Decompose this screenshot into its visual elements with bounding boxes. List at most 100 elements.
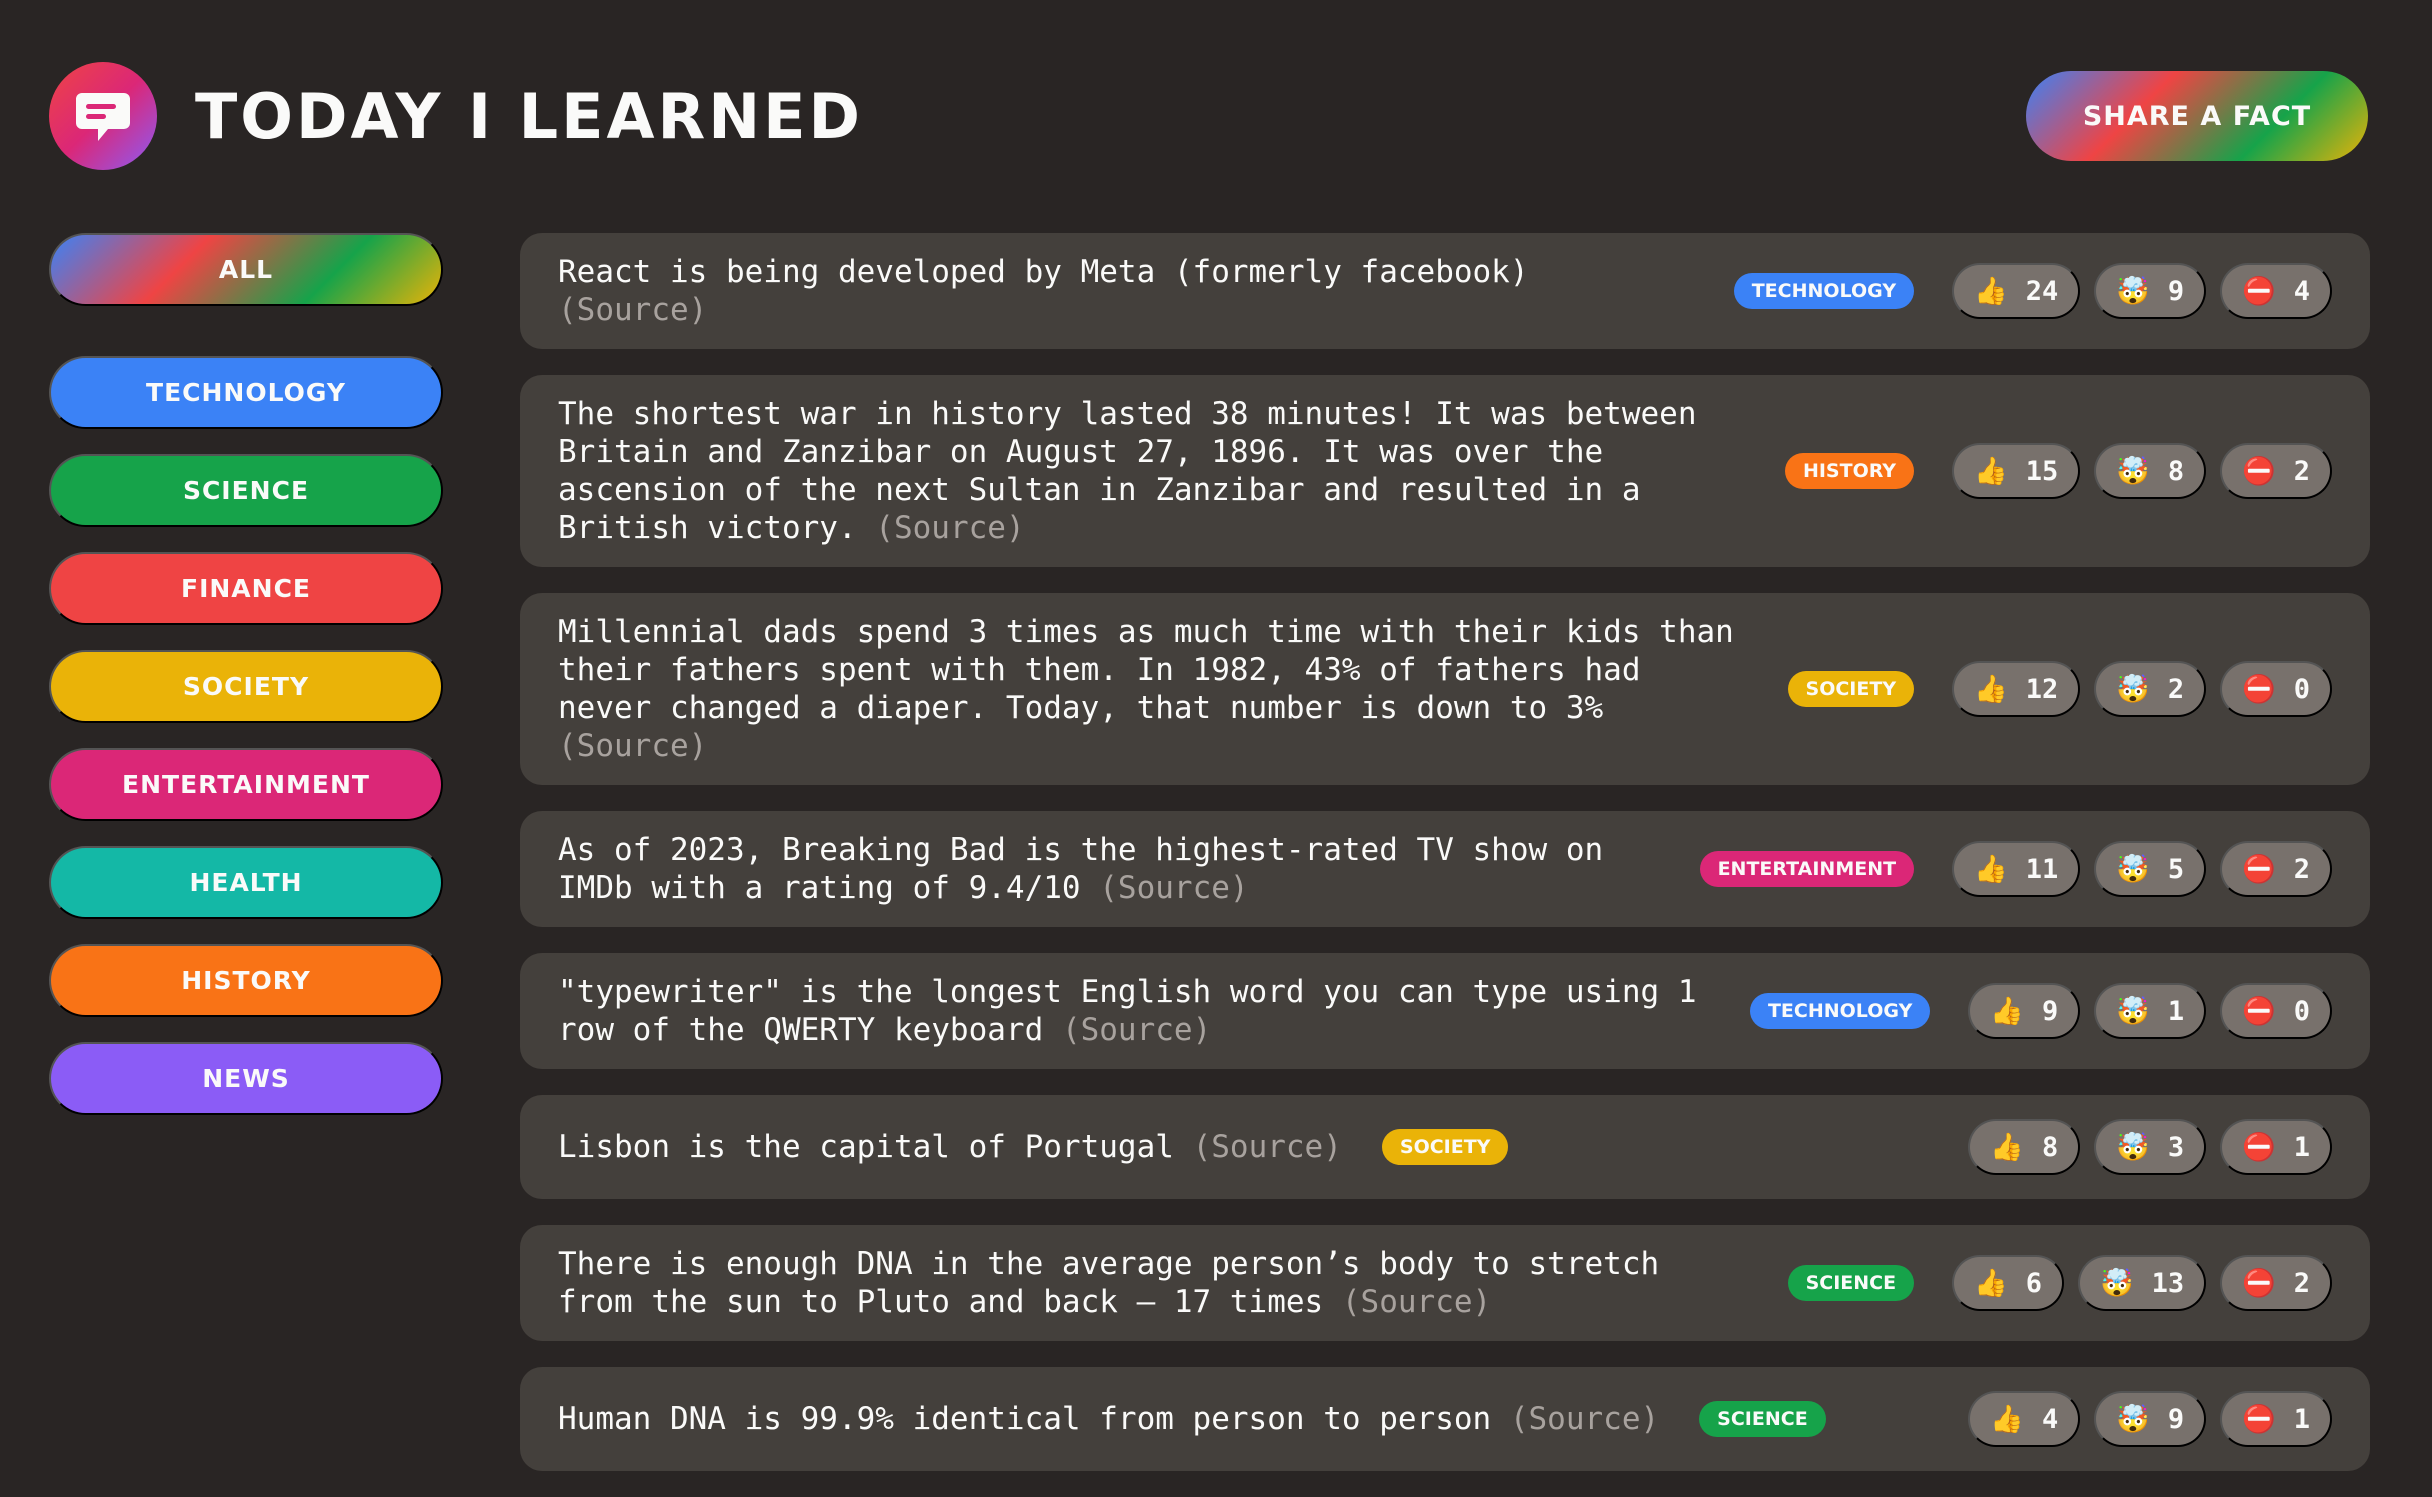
like-button[interactable]: 👍 8: [1968, 1119, 2081, 1175]
mind-blown-icon: 🤯: [2116, 674, 2150, 705]
thumbs-up-icon: 👍: [1974, 1268, 2008, 1299]
mind-blown-icon: 🤯: [2116, 1132, 2150, 1163]
brand: Today I Learned: [49, 62, 863, 170]
false-button[interactable]: ⛔ 4: [2220, 263, 2332, 319]
like-count: 12: [2025, 673, 2059, 705]
vote-buttons: 👍 9 🤯 1 ⛔ 0: [1968, 983, 2332, 1039]
no-entry-icon: ⛔: [2242, 996, 2276, 1027]
fact-text: As of 2023, Breaking Bad is the highest-…: [558, 831, 1660, 907]
like-button[interactable]: 👍 4: [1968, 1391, 2081, 1447]
app-header: Today I Learned Share a fact: [49, 62, 2368, 170]
vote-buttons: 👍 24 🤯 9 ⛔ 4: [1952, 263, 2332, 319]
no-entry-icon: ⛔: [2242, 276, 2276, 307]
fact-item: Human DNA is 99.9% identical from person…: [520, 1367, 2370, 1471]
mindblown-count: 5: [2167, 853, 2185, 885]
mindblown-button[interactable]: 🤯 8: [2094, 443, 2207, 499]
mindblown-button[interactable]: 🤯 9: [2094, 1391, 2207, 1447]
false-count: 2: [2293, 1267, 2310, 1299]
fact-item: React is being developed by Meta (former…: [520, 233, 2370, 349]
category-society-button[interactable]: Society: [49, 650, 443, 723]
speech-bubble-icon: [76, 93, 130, 141]
mindblown-button[interactable]: 🤯 9: [2094, 263, 2207, 319]
source-link[interactable]: (Source): [1510, 1401, 1659, 1437]
mindblown-count: 1: [2167, 995, 2185, 1027]
like-button[interactable]: 👍 6: [1952, 1255, 2064, 1311]
fact-text: Millennial dads spend 3 times as much ti…: [558, 613, 1738, 765]
false-button[interactable]: ⛔ 0: [2220, 983, 2332, 1039]
false-button[interactable]: ⛔ 1: [2220, 1391, 2332, 1447]
source-link[interactable]: (Source): [1342, 1284, 1491, 1320]
category-tag: Society: [1787, 671, 1915, 707]
like-button[interactable]: 👍 9: [1968, 983, 2081, 1039]
share-fact-button[interactable]: Share a fact: [2026, 71, 2368, 161]
thumbs-up-icon: 👍: [1990, 1404, 2024, 1435]
false-button[interactable]: ⛔ 2: [2220, 841, 2332, 897]
false-button[interactable]: ⛔ 2: [2220, 443, 2332, 499]
category-tag: Technology: [1733, 273, 1915, 309]
false-count: 0: [2293, 673, 2310, 705]
source-link[interactable]: (Source): [558, 728, 707, 764]
no-entry-icon: ⛔: [2242, 674, 2276, 705]
category-history-button[interactable]: History: [49, 944, 443, 1017]
mindblown-button[interactable]: 🤯 3: [2094, 1119, 2207, 1175]
like-button[interactable]: 👍 12: [1952, 661, 2081, 717]
category-entertainment-button[interactable]: Entertainment: [49, 748, 443, 821]
source-link[interactable]: (Source): [1099, 870, 1248, 906]
mindblown-button[interactable]: 🤯 13: [2077, 1255, 2207, 1311]
fact-body: The shortest war in history lasted 38 mi…: [558, 396, 1697, 546]
source-link[interactable]: (Source): [558, 292, 707, 328]
source-link[interactable]: (Source): [875, 510, 1024, 546]
category-tag: History: [1784, 453, 1915, 489]
logo: [49, 62, 157, 170]
false-button[interactable]: ⛔ 2: [2220, 1255, 2332, 1311]
like-count: 8: [2041, 1131, 2059, 1163]
like-count: 15: [2025, 455, 2059, 487]
category-news-button[interactable]: News: [49, 1042, 443, 1115]
vote-buttons: 👍 15 🤯 8 ⛔ 2: [1952, 443, 2332, 499]
like-button[interactable]: 👍 15: [1952, 443, 2081, 499]
mindblown-button[interactable]: 🤯 5: [2094, 841, 2207, 897]
vote-buttons: 👍 8 🤯 3 ⛔ 1: [1968, 1119, 2332, 1175]
category-sidebar: All Technology Science Finance Society E…: [49, 233, 443, 1140]
false-button[interactable]: ⛔ 1: [2220, 1119, 2332, 1175]
fact-item: Lisbon is the capital of Portugal (Sourc…: [520, 1095, 2370, 1199]
category-technology-button[interactable]: Technology: [49, 356, 443, 429]
source-link[interactable]: (Source): [1062, 1012, 1211, 1048]
false-button[interactable]: ⛔ 0: [2220, 661, 2332, 717]
fact-body: As of 2023, Breaking Bad is the highest-…: [558, 832, 1604, 906]
false-count: 0: [2293, 995, 2310, 1027]
fact-text: The shortest war in history lasted 38 mi…: [558, 395, 1745, 547]
like-count: 9: [2041, 995, 2059, 1027]
thumbs-up-icon: 👍: [1974, 276, 2008, 307]
category-tag: Society: [1381, 1129, 1509, 1165]
mindblown-button[interactable]: 🤯 1: [2094, 983, 2207, 1039]
fact-item: "typewriter" is the longest English word…: [520, 953, 2370, 1069]
like-button[interactable]: 👍 24: [1952, 263, 2081, 319]
mind-blown-icon: 🤯: [2116, 456, 2150, 487]
fact-body: There is enough DNA in the average perso…: [558, 1246, 1660, 1320]
category-finance-button[interactable]: Finance: [49, 552, 443, 625]
no-entry-icon: ⛔: [2242, 1132, 2276, 1163]
fact-item: The shortest war in history lasted 38 mi…: [520, 375, 2370, 567]
category-tag: Entertainment: [1699, 851, 1915, 887]
false-count: 1: [2293, 1131, 2310, 1163]
fact-item: There is enough DNA in the average perso…: [520, 1225, 2370, 1341]
source-link[interactable]: (Source): [1193, 1129, 1342, 1165]
like-button[interactable]: 👍 11: [1952, 841, 2081, 897]
false-count: 2: [2293, 455, 2310, 487]
mindblown-count: 9: [2167, 1403, 2185, 1435]
vote-buttons: 👍 6 🤯 13 ⛔ 2: [1952, 1255, 2332, 1311]
mindblown-button[interactable]: 🤯 2: [2094, 661, 2207, 717]
mind-blown-icon: 🤯: [2116, 1404, 2150, 1435]
fact-text: Human DNA is 99.9% identical from person…: [558, 1400, 1659, 1438]
thumbs-up-icon: 👍: [1990, 1132, 2024, 1163]
category-health-button[interactable]: Health: [49, 846, 443, 919]
mindblown-count: 9: [2167, 275, 2185, 307]
category-all-button[interactable]: All: [49, 233, 443, 306]
facts-list: React is being developed by Meta (former…: [520, 233, 2370, 1497]
mindblown-count: 3: [2167, 1131, 2185, 1163]
fact-text: "typewriter" is the longest English word…: [558, 973, 1710, 1049]
like-count: 4: [2041, 1403, 2059, 1435]
fact-item: As of 2023, Breaking Bad is the highest-…: [520, 811, 2370, 927]
category-science-button[interactable]: Science: [49, 454, 443, 527]
